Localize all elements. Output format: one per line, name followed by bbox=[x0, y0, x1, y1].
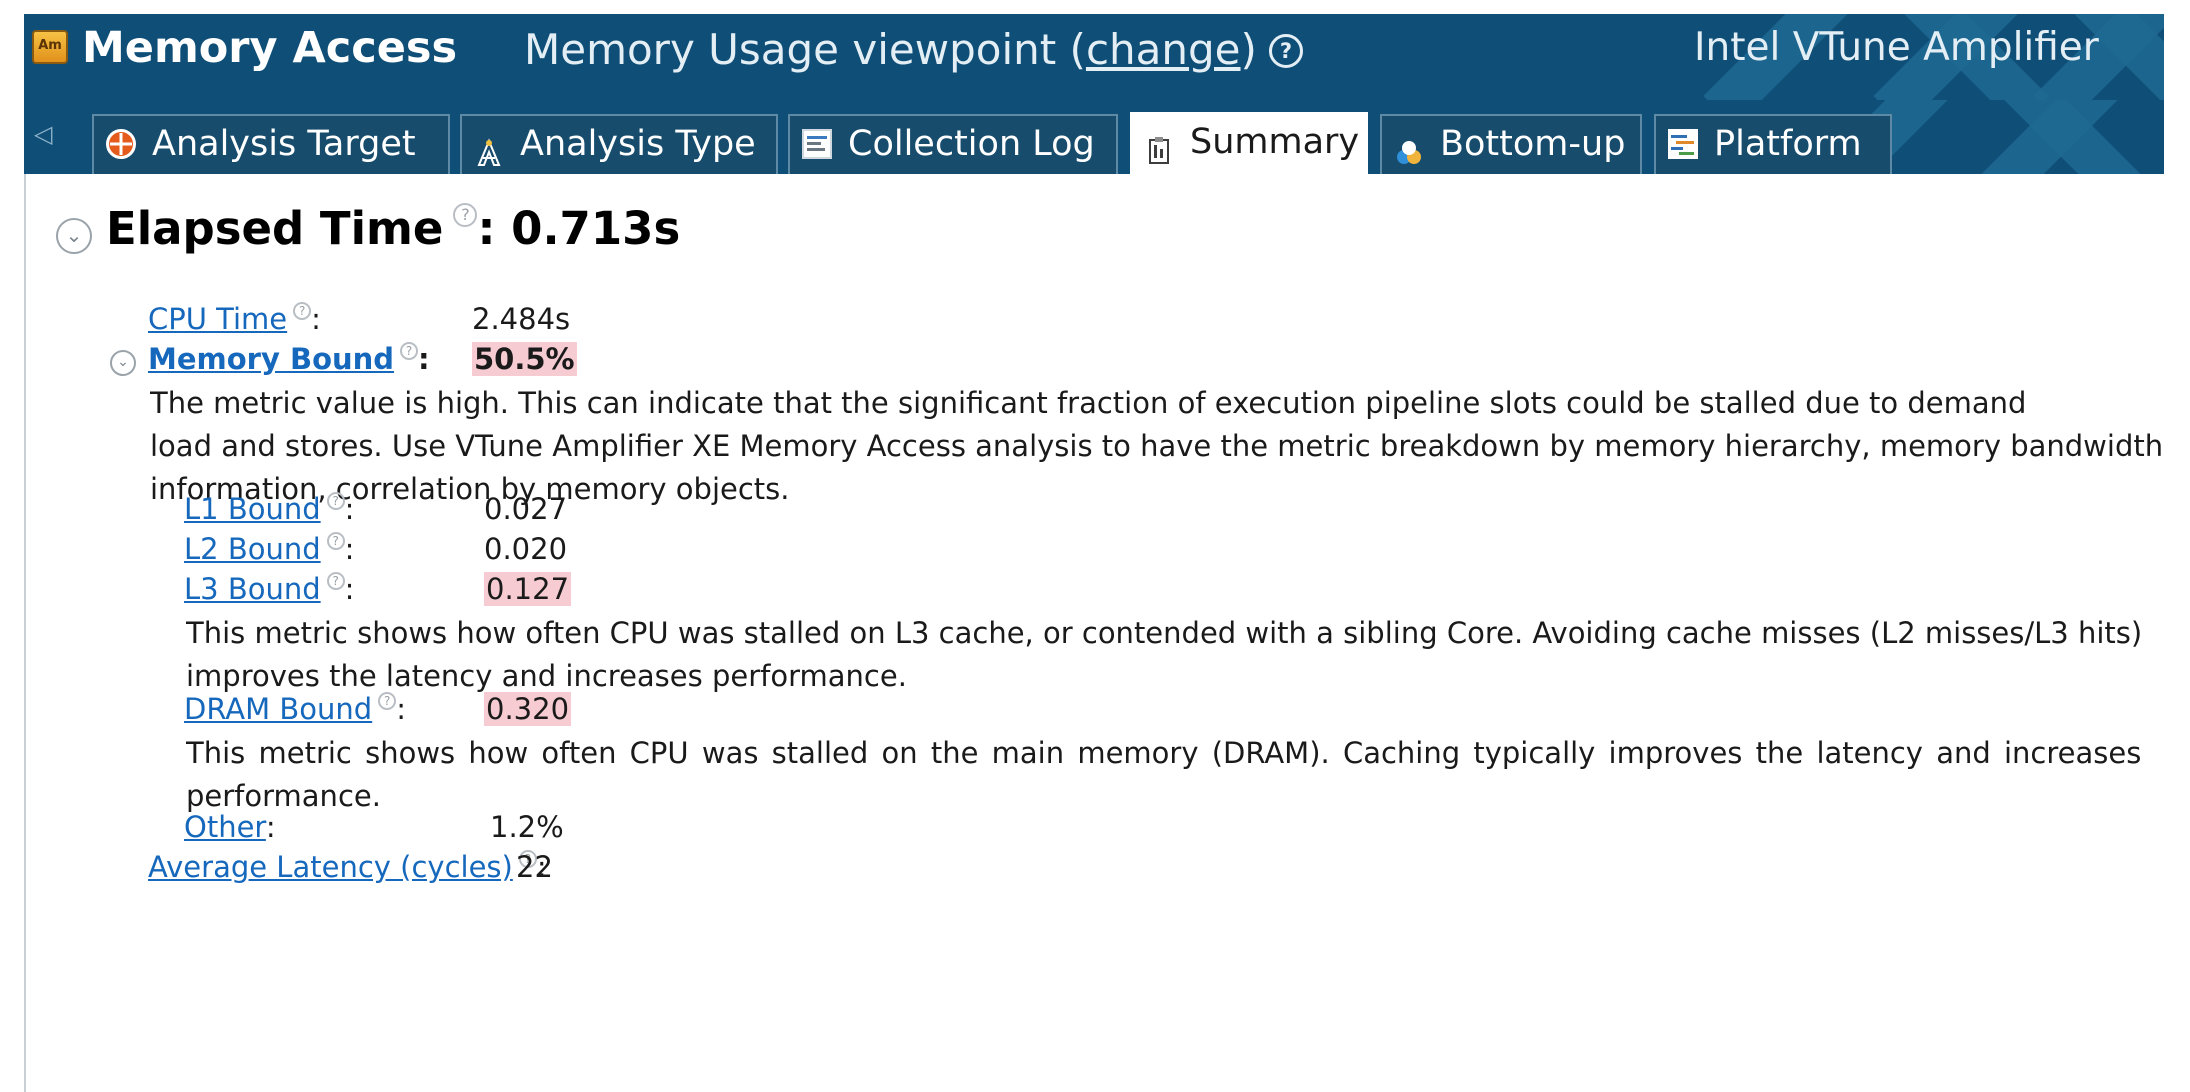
l3-bound-link[interactable]: L3 Bound bbox=[184, 572, 321, 606]
other-value: 1.2% bbox=[490, 810, 564, 844]
analysis-name: Memory Access bbox=[82, 23, 458, 73]
tab-analysis-target[interactable]: Analysis Target bbox=[92, 114, 450, 174]
l2-bound-colon: : bbox=[344, 532, 355, 566]
elapsed-time-heading: Elapsed Time?: 0.713s bbox=[106, 202, 680, 255]
log-icon bbox=[802, 129, 832, 159]
tab-label: Platform bbox=[1714, 124, 1862, 164]
memory-bound-row: Memory Bound?: bbox=[148, 342, 430, 376]
help-icon[interactable]: ? bbox=[378, 692, 397, 710]
tab-summary[interactable]: Summary bbox=[1130, 112, 1368, 174]
elapsed-time-value: : 0.713s bbox=[477, 202, 681, 255]
l2-bound-link[interactable]: L2 Bound bbox=[184, 532, 321, 566]
dram-bound-description: This metric shows how often CPU was stal… bbox=[186, 732, 2164, 818]
l3-bound-value-text: 0.127 bbox=[484, 572, 572, 606]
dram-bound-colon: : bbox=[396, 692, 406, 726]
summary-icon bbox=[1144, 127, 1174, 164]
bottom-up-icon bbox=[1394, 129, 1424, 164]
elapsed-time-label: Elapsed Time bbox=[106, 202, 444, 255]
cpu-time-row: CPU Time?: bbox=[148, 302, 321, 336]
l2-bound-value: 0.020 bbox=[484, 532, 568, 566]
summary-pane: ⌄ Elapsed Time?: 0.713s CPU Time?: 2.484… bbox=[24, 174, 2164, 1092]
analysis-header: Am Memory Access Memory Usage viewpoint … bbox=[24, 14, 2164, 100]
l3-bound-row: L3 Bound?: bbox=[184, 572, 354, 606]
l1-bound-link[interactable]: L1 Bound bbox=[184, 492, 321, 526]
tab-label: Summary bbox=[1190, 122, 1360, 162]
product-name: Intel VTune Amplifier bbox=[1694, 25, 2099, 70]
collapse-memory-bound-button[interactable]: ⌄ bbox=[110, 350, 136, 376]
average-latency-value: 22 bbox=[516, 850, 553, 884]
dram-bound-row: DRAM Bound?: bbox=[184, 692, 406, 726]
l1-bound-value: 0.027 bbox=[484, 492, 568, 526]
analysis-type-icon bbox=[474, 129, 504, 166]
tab-label: Analysis Type bbox=[520, 124, 756, 164]
tab-platform[interactable]: Platform bbox=[1654, 114, 1892, 174]
description-line: improves the latency and increases perfo… bbox=[186, 659, 907, 693]
help-icon[interactable]: ? bbox=[293, 302, 312, 320]
viewpoint-close: ) bbox=[1240, 25, 1257, 74]
l3-bound-colon: : bbox=[344, 572, 355, 606]
memory-bound-description: The metric value is high. This can indic… bbox=[150, 382, 2164, 511]
l3-bound-value: 0.127 bbox=[484, 572, 572, 606]
tab-scroll-left-icon[interactable]: ◁ bbox=[34, 120, 52, 148]
tab-analysis-type[interactable]: Analysis Type bbox=[460, 114, 778, 174]
viewpoint-title: Memory Usage viewpoint (change)? bbox=[524, 25, 1303, 74]
tab-label: Analysis Target bbox=[152, 124, 416, 164]
tab-label: Collection Log bbox=[848, 124, 1095, 164]
l1-bound-row: L1 Bound?: bbox=[184, 492, 354, 526]
description-line: The metric value is high. This can indic… bbox=[150, 386, 2027, 420]
cpu-time-colon: : bbox=[311, 302, 321, 336]
description-line: performance. bbox=[186, 779, 381, 813]
memory-bound-value: 50.5% bbox=[472, 342, 577, 376]
l3-bound-description: This metric shows how often CPU was stal… bbox=[186, 612, 2164, 698]
target-icon bbox=[106, 129, 136, 159]
collapse-elapsed-time-button[interactable]: ⌄ bbox=[56, 218, 92, 254]
help-icon[interactable]: ? bbox=[1268, 34, 1303, 68]
memory-bound-value-text: 50.5% bbox=[472, 342, 577, 376]
l2-bound-row: L2 Bound?: bbox=[184, 532, 354, 566]
tab-bar: ◁ Analysis Target Analysis Type Collecti… bbox=[24, 100, 2164, 174]
average-latency-row: Average Latency (cycles)?: bbox=[148, 850, 547, 884]
memory-bound-colon: : bbox=[418, 342, 430, 376]
other-link[interactable]: Other bbox=[184, 810, 266, 844]
memory-bound-link[interactable]: Memory Bound bbox=[148, 342, 394, 376]
help-icon[interactable]: ? bbox=[326, 532, 345, 550]
change-viewpoint-link[interactable]: change bbox=[1086, 25, 1241, 74]
description-line: This metric shows how often CPU was stal… bbox=[186, 736, 2142, 770]
cpu-time-link[interactable]: CPU Time bbox=[148, 302, 287, 336]
description-line: information, correlation by memory objec… bbox=[150, 472, 790, 506]
viewpoint-text: Memory Usage viewpoint ( bbox=[524, 25, 1086, 74]
other-row: Other: bbox=[184, 810, 276, 844]
cpu-time-value: 2.484s bbox=[472, 302, 571, 336]
tab-bottom-up[interactable]: Bottom-up bbox=[1380, 114, 1642, 174]
vtune-window: Am Memory Access Memory Usage viewpoint … bbox=[24, 14, 2164, 1092]
platform-icon bbox=[1668, 129, 1698, 159]
help-icon[interactable]: ? bbox=[453, 203, 478, 227]
help-icon[interactable]: ? bbox=[326, 572, 345, 590]
tab-label: Bottom-up bbox=[1440, 124, 1626, 164]
other-colon: : bbox=[265, 810, 276, 844]
dram-bound-link[interactable]: DRAM Bound bbox=[184, 692, 372, 726]
help-icon[interactable]: ? bbox=[326, 492, 345, 510]
help-icon[interactable]: ? bbox=[400, 342, 419, 360]
l1-bound-colon: : bbox=[344, 492, 355, 526]
amplifier-app-icon: Am bbox=[32, 30, 68, 64]
dram-bound-value-text: 0.320 bbox=[484, 692, 572, 726]
tab-collection-log[interactable]: Collection Log bbox=[788, 114, 1118, 174]
description-line: This metric shows how often CPU was stal… bbox=[186, 616, 2143, 650]
average-latency-link[interactable]: Average Latency (cycles) bbox=[148, 850, 513, 884]
dram-bound-value: 0.320 bbox=[484, 692, 572, 726]
description-line: load and stores. Use VTune Amplifier XE … bbox=[150, 429, 2164, 463]
